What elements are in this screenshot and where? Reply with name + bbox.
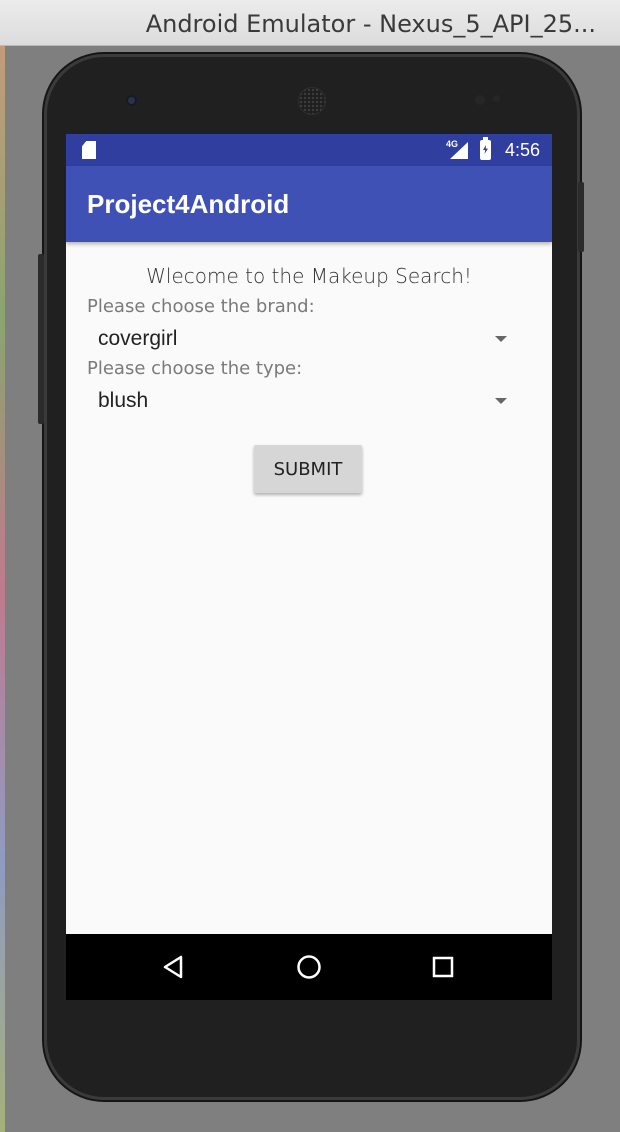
- dropdown-arrow-icon: [495, 336, 507, 342]
- network-type-label: 4G: [446, 139, 459, 149]
- type-spinner[interactable]: blush: [87, 384, 507, 420]
- proximity-sensor-icon: [475, 95, 485, 105]
- speaker-grille-icon: [298, 87, 326, 115]
- navigation-bar: [66, 934, 552, 1000]
- app-bar: Project4Android: [66, 166, 552, 242]
- home-icon[interactable]: [296, 954, 322, 980]
- brand-label: Please choose the brand:: [87, 296, 315, 317]
- dropdown-arrow-icon: [495, 398, 507, 404]
- brand-spinner-value: covergirl: [98, 327, 178, 350]
- app-title: Project4Android: [87, 189, 290, 219]
- brand-spinner[interactable]: covergirl: [87, 322, 507, 358]
- window-title: Android Emulator - Nexus_5_API_25...: [145, 10, 596, 38]
- welcome-text: Wlecome to the Makeup Search!: [146, 264, 472, 288]
- device-screen: 4G 4:56 Project4Android Wlecome to the M…: [66, 134, 552, 1000]
- status-clock: 4:56: [504, 140, 540, 160]
- desktop-background-strip: [0, 46, 5, 1132]
- front-camera-icon: [126, 95, 137, 106]
- window-titlebar: Android Emulator - Nexus_5_API_25...: [0, 0, 620, 46]
- battery-charging-icon: [480, 137, 491, 160]
- back-icon[interactable]: [161, 954, 187, 980]
- type-spinner-value: blush: [98, 389, 149, 412]
- submit-button[interactable]: SUBMIT: [254, 445, 362, 493]
- status-bar: 4G 4:56: [66, 134, 552, 166]
- type-label: Please choose the type:: [87, 358, 303, 379]
- volume-button[interactable]: [38, 254, 44, 424]
- recents-icon[interactable]: [430, 954, 456, 980]
- sd-card-icon: [82, 141, 96, 159]
- light-sensor-icon: [493, 95, 500, 102]
- power-button[interactable]: [578, 182, 584, 252]
